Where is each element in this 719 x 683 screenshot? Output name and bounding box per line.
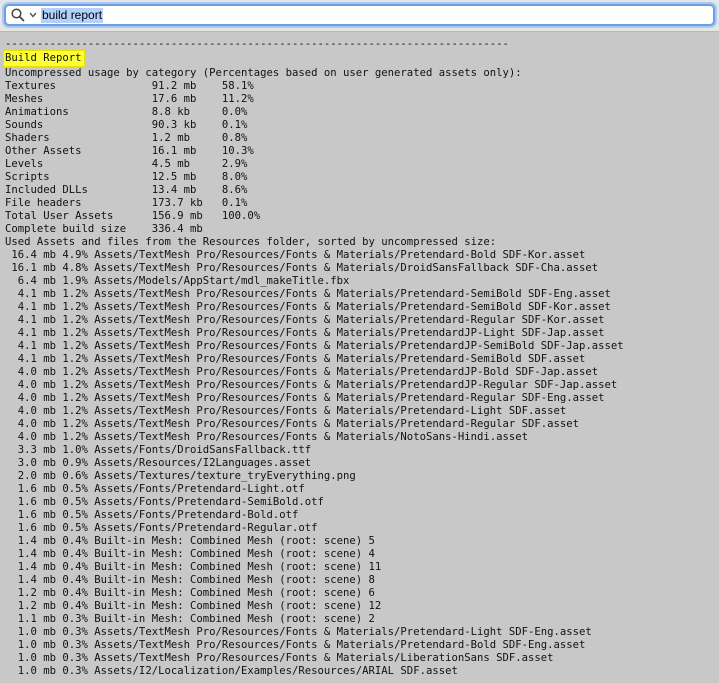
search-icon[interactable] xyxy=(11,6,29,24)
report-title-line: Build Report xyxy=(3,50,719,67)
asset-row: 4.0 mb 1.2% Assets/TextMesh Pro/Resource… xyxy=(5,418,580,430)
asset-row: 4.0 mb 1.2% Assets/TextMesh Pro/Resource… xyxy=(5,379,618,391)
asset-row: 1.2 mb 0.4% Built-in Mesh: Combined Mesh… xyxy=(5,600,382,612)
search-field[interactable]: build report xyxy=(4,4,715,26)
asset-row: 16.4 mb 4.9% Assets/TextMesh Pro/Resourc… xyxy=(5,249,586,261)
asset-row: 1.6 mb 0.5% Assets/Fonts/Pretendard-Semi… xyxy=(5,496,324,508)
category-row: Complete build size 336.4 mb xyxy=(5,223,222,235)
asset-row: 1.6 mb 0.5% Assets/Fonts/Pretendard-Regu… xyxy=(5,522,318,534)
asset-row: 16.1 mb 4.8% Assets/TextMesh Pro/Resourc… xyxy=(5,262,599,274)
category-row: Animations 8.8 kb 0.0% xyxy=(5,106,248,118)
asset-row: 2.0 mb 0.6% Assets/Textures/texture_tryE… xyxy=(5,470,356,482)
search-input[interactable]: build report xyxy=(41,7,104,23)
asset-row: 3.3 mb 1.0% Assets/Fonts/DroidSansFallba… xyxy=(5,444,312,456)
category-row: Other Assets 16.1 mb 10.3% xyxy=(5,145,254,157)
asset-row: 1.4 mb 0.4% Built-in Mesh: Combined Mesh… xyxy=(5,574,375,586)
category-row: Meshes 17.6 mb 11.2% xyxy=(5,93,254,105)
asset-row: 4.1 mb 1.2% Assets/TextMesh Pro/Resource… xyxy=(5,301,611,313)
asset-row: 4.0 mb 1.2% Assets/TextMesh Pro/Resource… xyxy=(5,431,528,443)
chevron-down-icon[interactable] xyxy=(29,11,37,19)
asset-row: 1.1 mb 0.3% Built-in Mesh: Combined Mesh… xyxy=(5,613,375,625)
console-output: ----------------------------------------… xyxy=(0,38,719,683)
asset-row: 4.0 mb 1.2% Assets/TextMesh Pro/Resource… xyxy=(5,366,599,378)
asset-row: 1.4 mb 0.4% Built-in Mesh: Combined Mesh… xyxy=(5,548,375,560)
asset-row: 4.1 mb 1.2% Assets/TextMesh Pro/Resource… xyxy=(5,327,605,339)
category-row: Total User Assets 156.9 mb 100.0% xyxy=(5,210,261,222)
asset-row: 1.0 mb 0.3% Assets/I2/Localization/Examp… xyxy=(5,665,458,677)
asset-row: 4.0 mb 1.2% Assets/TextMesh Pro/Resource… xyxy=(5,392,605,404)
asset-row: 4.1 mb 1.2% Assets/TextMesh Pro/Resource… xyxy=(5,288,611,300)
asset-row: 1.6 mb 0.5% Assets/Fonts/Pretendard-Ligh… xyxy=(5,483,305,495)
asset-row: 1.0 mb 0.3% Assets/TextMesh Pro/Resource… xyxy=(5,652,554,664)
asset-row: 1.2 mb 0.4% Built-in Mesh: Combined Mesh… xyxy=(5,587,375,599)
separator-line: ----------------------------------------… xyxy=(5,38,509,50)
asset-row: 4.1 mb 1.2% Assets/TextMesh Pro/Resource… xyxy=(5,353,586,365)
category-row: Levels 4.5 mb 2.9% xyxy=(5,158,248,170)
search-match-highlight: Build Report xyxy=(3,50,85,67)
assets-header: Used Assets and files from the Resources… xyxy=(5,236,497,248)
category-row: File headers 173.7 kb 0.1% xyxy=(5,197,248,209)
category-row: Shaders 1.2 mb 0.8% xyxy=(5,132,248,144)
asset-row: 1.4 mb 0.4% Built-in Mesh: Combined Mesh… xyxy=(5,561,382,573)
asset-row: 1.0 mb 0.3% Assets/TextMesh Pro/Resource… xyxy=(5,626,592,638)
asset-row: 4.1 mb 1.2% Assets/TextMesh Pro/Resource… xyxy=(5,314,605,326)
asset-row: 4.0 mb 1.2% Assets/TextMesh Pro/Resource… xyxy=(5,405,567,417)
category-row: Textures 91.2 mb 58.1% xyxy=(5,80,254,92)
asset-row: 4.1 mb 1.2% Assets/TextMesh Pro/Resource… xyxy=(5,340,624,352)
search-bar: build report xyxy=(0,0,719,32)
asset-row: 3.0 mb 0.9% Assets/Resources/I2Languages… xyxy=(5,457,312,469)
category-row: Scripts 12.5 mb 8.0% xyxy=(5,171,248,183)
asset-row: 1.4 mb 0.4% Built-in Mesh: Combined Mesh… xyxy=(5,535,375,547)
usage-header: Uncompressed usage by category (Percenta… xyxy=(5,67,522,79)
asset-list: 16.4 mb 4.9% Assets/TextMesh Pro/Resourc… xyxy=(5,249,719,678)
category-row: Included DLLs 13.4 mb 8.6% xyxy=(5,184,248,196)
category-row: Sounds 90.3 kb 0.1% xyxy=(5,119,248,131)
category-list: Textures 91.2 mb 58.1% Meshes 17.6 mb 11.… xyxy=(5,80,719,236)
asset-row: 1.0 mb 0.3% Assets/TextMesh Pro/Resource… xyxy=(5,639,586,651)
asset-row: 6.4 mb 1.9% Assets/Models/AppStart/mdl_m… xyxy=(5,275,350,287)
asset-row: 1.6 mb 0.5% Assets/Fonts/Pretendard-Bold… xyxy=(5,509,299,521)
